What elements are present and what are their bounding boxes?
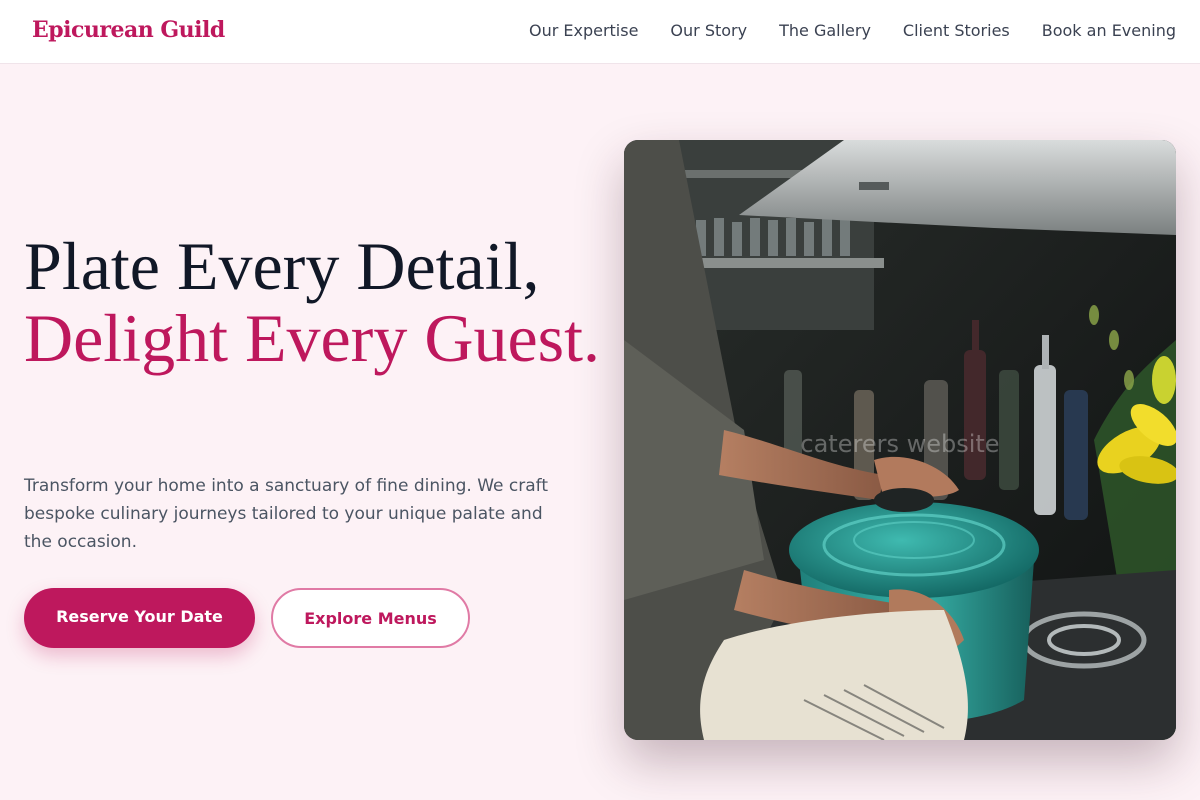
nav-links: Our Expertise Our Story The Gallery Clie… xyxy=(529,21,1176,40)
hero-subtitle: Transform your home into a sanctuary of … xyxy=(24,476,548,552)
top-navigation: Epicurean Guild Our Expertise Our Story … xyxy=(0,0,1200,64)
hero-title: Plate Every Detail, Delight Every Guest. xyxy=(24,230,604,374)
hero-photo-chef-cooking: caterers website xyxy=(624,140,1176,740)
nav-link-client-stories[interactable]: Client Stories xyxy=(903,21,1010,40)
nav-link-our-story[interactable]: Our Story xyxy=(670,21,747,40)
brand-logo[interactable]: Epicurean Guild xyxy=(32,17,225,43)
hero-title-line-2: Delight Every Guest. xyxy=(24,300,600,376)
explore-menus-button[interactable]: Explore Menus xyxy=(271,588,470,648)
nav-link-book-an-evening[interactable]: Book an Evening xyxy=(1042,21,1176,40)
hero-title-line-1: Plate Every Detail, xyxy=(24,228,540,304)
reserve-your-date-button[interactable]: Reserve Your Date xyxy=(24,588,255,648)
nav-link-our-expertise[interactable]: Our Expertise xyxy=(529,21,638,40)
kitchen-photo-illustration xyxy=(624,140,1176,740)
nav-link-the-gallery[interactable]: The Gallery xyxy=(779,21,871,40)
